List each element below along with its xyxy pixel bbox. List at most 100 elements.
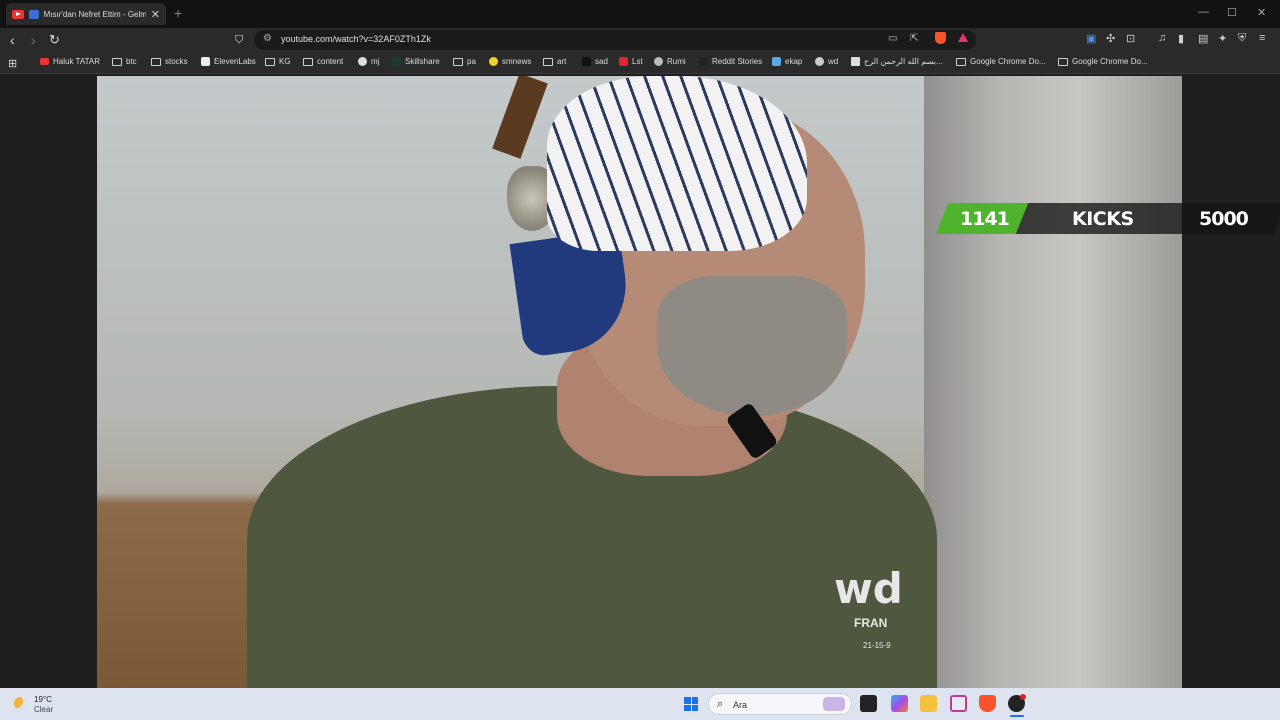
weather-desc[interactable]: Clear [34,705,53,714]
bookmark-item[interactable]: Skillshare [392,57,440,66]
bookmark-item[interactable]: Reddit Stories [699,57,762,66]
shirt-date: 21-15-9 [863,641,891,650]
bookmark-label: smnews [502,57,532,66]
apps-icon[interactable]: ⊞ [8,57,17,70]
task-view-icon[interactable] [860,695,877,712]
maximize-button[interactable]: ☐ [1227,6,1237,19]
bookmark-item[interactable]: btc [112,57,137,66]
skillshare-icon [392,57,401,66]
v-icon [582,57,591,66]
bookmark-label: Lst [632,57,643,66]
copilot-icon[interactable] [891,695,908,712]
globe-icon [654,57,663,66]
s-icon [619,57,628,66]
site-info-icon[interactable]: ⚙ [263,33,272,44]
video-player[interactable]: wd FRAN 21-15-9 [97,76,1182,688]
reload-button[interactable]: ↻ [49,31,60,49]
bookmark-label: art [557,57,567,66]
bookmark-label: wd [828,57,839,66]
brave-shields-icon[interactable] [935,32,946,44]
folder-icon [543,57,553,66]
share-icon[interactable]: ⇱ [910,33,918,44]
folder-icon [112,57,122,66]
forward-button[interactable]: › [31,31,36,49]
tab-extra-icon [28,9,39,19]
bookmark-label: btc [126,57,137,66]
leo-icon[interactable]: ✦ [1218,32,1227,45]
bookmark-label: pa [467,57,476,66]
wallet-icon[interactable]: ▤ [1198,32,1208,45]
bookmark-item[interactable]: art [543,57,566,66]
minimize-button[interactable]: — [1198,6,1209,18]
bookmark-item[interactable]: content [303,57,343,66]
bookmark-icon[interactable]: ⛉ [235,31,243,49]
bookmark-label: Skillshare [405,57,440,66]
bookmark-item[interactable]: Google Chrome Do... [956,57,1046,66]
bookmark-label: Reddit Stories [712,57,763,66]
new-tab-button[interactable]: + [174,5,182,21]
tab-strip: Mısır'dan Nefret Ettim - Gelmeyin ✕ + — … [0,0,1280,28]
tab-youtube[interactable]: Mısır'dan Nefret Ettim - Gelmeyin ✕ [6,3,166,25]
bookmark-label: sad [595,57,608,66]
search-highlight-icon [823,697,845,711]
address-bar[interactable]: ⚙ youtube.com/watch?v=32AF0ZTh1Zk ▭ ⇱ [254,30,976,50]
brave-taskbar-icon[interactable] [979,695,996,712]
bookmark-item[interactable]: Google Chrome Do... [1058,57,1148,66]
search-placeholder: Ara [733,700,748,710]
bookmark-item[interactable]: Lst [619,57,643,66]
bookmark-item[interactable]: stocks [151,57,188,66]
video-beard [657,276,847,416]
bookmarks-bar: ⊞ Haluk TATAR btc stocks ElevenLabs KG c… [0,52,1280,74]
ekap-icon [772,57,781,66]
bookmark-label: stocks [165,57,188,66]
vpn-icon[interactable]: ⛨ [1238,32,1246,45]
bookmark-item[interactable]: ElevenLabs [201,57,256,66]
folder-icon [265,57,275,66]
bookmark-item[interactable]: smnews [489,57,531,66]
search-icon: ⌕ [717,698,724,710]
folder-icon [1058,57,1068,66]
video-pillar [924,76,1182,688]
weather-temp[interactable]: 19°C [34,695,52,704]
toolbar: ‹ › ↻ ⛉ ⚙ youtube.com/watch?v=32AF0ZTh1Z… [0,28,1280,52]
bookmark-item[interactable]: pa [453,57,476,66]
taskbar-search[interactable]: ⌕ Ara [708,693,852,715]
bookmark-item[interactable]: Rumi [654,57,686,66]
file-explorer-icon[interactable] [920,695,937,712]
browser-window: Mısır'dan Nefret Ettim - Gelmeyin ✕ + — … [0,0,1280,688]
bookmark-label: KG [279,57,291,66]
bookmark-item[interactable]: بسم الله الرحمن الرح... [851,57,943,66]
shirt-text: FRAN [854,616,888,630]
screenshot-icon[interactable]: ⊡ [1126,32,1135,45]
bookmark-item[interactable]: sad [582,57,608,66]
bookmark-label: content [317,57,344,66]
cast-icon[interactable]: ▭ [888,33,897,44]
start-button[interactable] [684,697,698,711]
folder-icon [151,57,161,66]
bookmark-item[interactable]: KG [265,57,291,66]
menu-icon[interactable]: ≡ [1259,32,1265,44]
media-icon[interactable]: ♫ [1158,32,1166,44]
bookmark-item[interactable]: Haluk TATAR [40,57,100,66]
bookmark-label: ekap [785,57,803,66]
moon-icon[interactable] [14,697,27,710]
github-icon [358,57,367,66]
folder-icon [956,57,966,66]
bookmark-item[interactable]: ekap [772,57,802,66]
close-window-button[interactable]: ✕ [1257,6,1266,19]
bookmark-label: بسم الله الرحمن الرح... [864,57,943,66]
extension-icon[interactable]: ▣ [1086,32,1096,45]
folder-icon [303,57,313,66]
tab-close-button[interactable]: ✕ [151,8,160,21]
bookmark-item[interactable]: wd [815,57,838,66]
sidebar-icon[interactable]: ▮ [1178,32,1184,45]
snipping-tool-icon[interactable] [950,695,967,712]
bookmark-item[interactable]: mj [358,57,379,66]
elevenlabs-icon [201,57,210,66]
back-button[interactable]: ‹ [10,31,15,49]
video-cap [547,76,807,251]
puzzle-icon[interactable]: ✣ [1106,32,1115,45]
bookmark-label: Google Chrome Do... [1072,57,1148,66]
bookmark-label: Google Chrome Do... [970,57,1046,66]
brave-rewards-icon[interactable] [958,33,968,42]
